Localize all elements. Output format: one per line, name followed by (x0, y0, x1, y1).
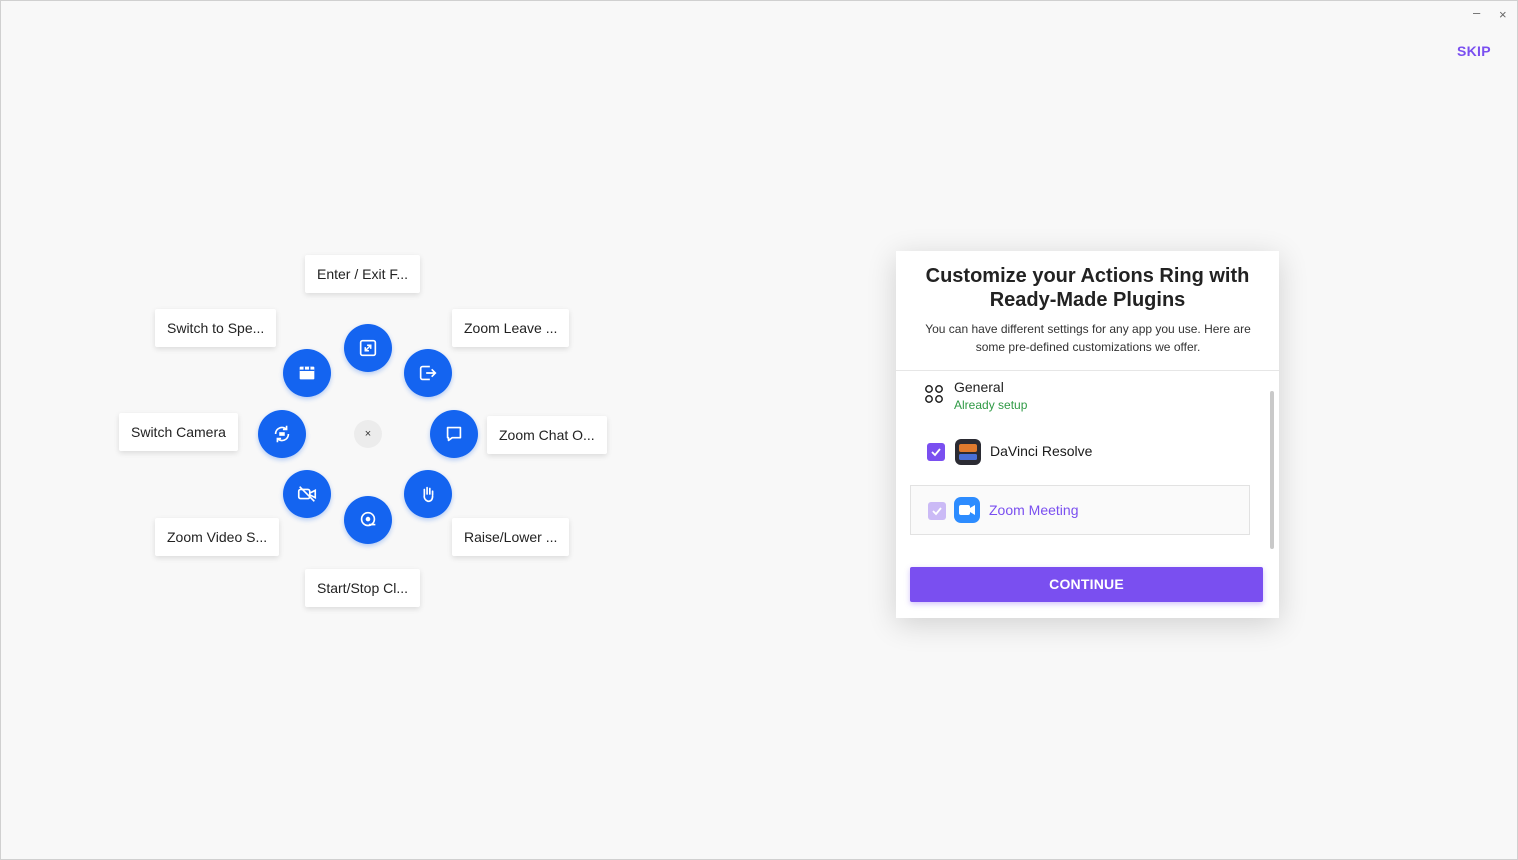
ring-label-switch-to-speaker[interactable]: Switch to Spe... (155, 309, 277, 347)
chat-action-button[interactable] (430, 410, 478, 458)
check-icon (931, 448, 941, 457)
switch-camera-action-button[interactable] (258, 410, 306, 458)
list-item-davinci[interactable]: DaVinci Resolve (896, 436, 1256, 468)
cloud-record-icon (360, 511, 376, 527)
ring-close-button[interactable]: × (354, 420, 382, 448)
video-off-action-button[interactable] (283, 470, 331, 518)
raise-hand-action-button[interactable] (404, 470, 452, 518)
general-grid-icon (925, 385, 943, 403)
fullscreen-icon (359, 339, 377, 357)
leave-icon (419, 365, 437, 381)
general-label: General (954, 379, 1004, 395)
panel-subtitle: You can have different settings for any … (925, 322, 1251, 354)
minimize-button[interactable]: – (1473, 5, 1480, 20)
speaker-view-action-button[interactable] (283, 349, 331, 397)
panel-title-line-1: Customize your Actions Ring with (925, 265, 1250, 287)
general-status: Already setup (954, 398, 1028, 412)
panel-title: Customize your Actions Ring with Ready-M… (896, 264, 1279, 312)
divider (896, 370, 1279, 371)
list-scrollbar[interactable] (1270, 391, 1274, 549)
fullscreen-action-button[interactable] (344, 324, 392, 372)
switch-camera-icon (274, 425, 290, 443)
skip-button[interactable]: SKIP (1457, 43, 1491, 59)
zoom-icon (954, 497, 980, 523)
plugins-panel: Customize your Actions Ring with Ready-M… (896, 251, 1279, 618)
check-icon (932, 507, 942, 516)
ring-label-zoom-leave[interactable]: Zoom Leave ... (452, 309, 570, 347)
davinci-label: DaVinci Resolve (990, 443, 1093, 459)
ring-label-start-stop-cloud[interactable]: Start/Stop Cl... (305, 569, 421, 607)
speaker-view-icon (299, 366, 315, 380)
hand-icon (423, 486, 434, 503)
video-off-icon (297, 486, 317, 502)
cloud-record-action-button[interactable] (344, 496, 392, 544)
davinci-checkbox[interactable] (927, 443, 945, 461)
ring-label-zoom-chat[interactable]: Zoom Chat O... (487, 416, 607, 454)
ring-label-raise-lower-hand[interactable]: Raise/Lower ... (452, 518, 570, 556)
davinci-resolve-icon (955, 439, 981, 465)
list-item-zoom[interactable]: Zoom Meeting (910, 485, 1250, 535)
continue-button[interactable]: CONTINUE (910, 567, 1263, 602)
zoom-checkbox[interactable] (928, 502, 946, 520)
close-window-button[interactable]: × (1499, 7, 1507, 22)
ring-label-zoom-video[interactable]: Zoom Video S... (155, 518, 280, 556)
chat-icon (446, 426, 462, 442)
panel-title-line-2: Ready-Made Plugins (989, 289, 1186, 311)
leave-action-button[interactable] (404, 349, 452, 397)
ring-label-enter-exit-fullscreen[interactable]: Enter / Exit F... (305, 255, 421, 293)
zoom-label: Zoom Meeting (989, 502, 1079, 518)
ring-label-switch-camera[interactable]: Switch Camera (119, 413, 238, 451)
